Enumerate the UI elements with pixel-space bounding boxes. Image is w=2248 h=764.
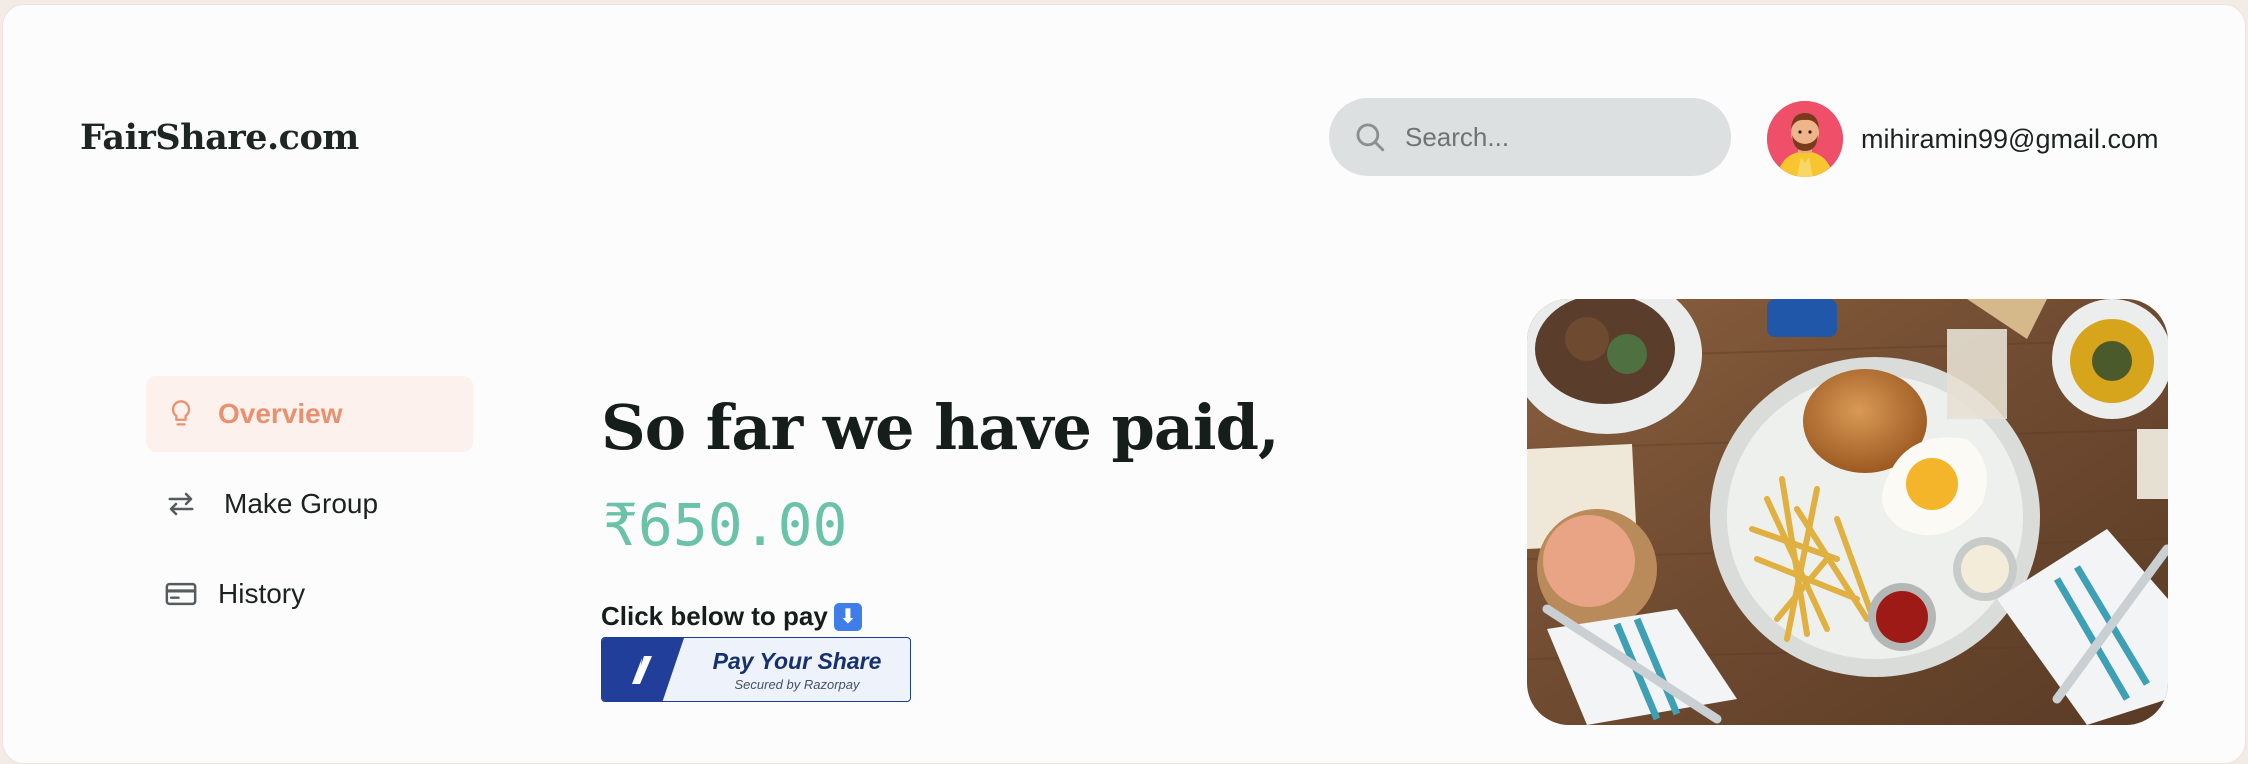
avatar-illustration	[1767, 101, 1843, 177]
sidebar-item-label: Overview	[218, 398, 343, 429]
pay-your-share-button[interactable]: Pay Your Share Secured by Razorpay	[601, 637, 911, 702]
app-window: FairShare.com mihiramin99@gmail.com	[2, 4, 2246, 764]
user-profile[interactable]: mihiramin99@gmail.com	[1767, 101, 2159, 177]
search-bar[interactable]	[1329, 98, 1731, 176]
pay-caption-text: Click below to pay	[601, 601, 828, 631]
lightbulb-icon	[164, 397, 198, 431]
pay-button-title: Pay Your Share	[712, 647, 882, 674]
sidebar-nav: Overview Make Group History	[146, 376, 473, 646]
arrows-swap-icon	[164, 487, 198, 521]
total-paid-amount: ₹650.00	[603, 491, 848, 559]
pay-button-subtitle: Secured by Razorpay	[734, 676, 860, 692]
sidebar-item-make-group[interactable]: Make Group	[146, 466, 473, 542]
sidebar-item-label: History	[218, 578, 306, 609]
razorpay-logo-icon	[602, 638, 684, 701]
food-image	[1527, 299, 2168, 725]
user-email: mihiramin99@gmail.com	[1861, 123, 2159, 154]
search-icon	[1356, 123, 1385, 152]
sidebar-item-history[interactable]: History	[146, 556, 473, 632]
pay-caption: Click below to pay ⬇	[601, 601, 862, 632]
down-arrow-icon: ⬇	[833, 602, 862, 631]
brand-logo[interactable]: FairShare.com	[80, 117, 359, 158]
search-input[interactable]	[1405, 121, 1705, 153]
sidebar-item-label: Make Group	[224, 488, 379, 519]
sidebar-item-overview[interactable]: Overview	[146, 376, 473, 452]
avatar[interactable]	[1767, 101, 1843, 177]
page-title: So far we have paid,	[601, 391, 1280, 464]
credit-card-icon	[164, 577, 198, 611]
